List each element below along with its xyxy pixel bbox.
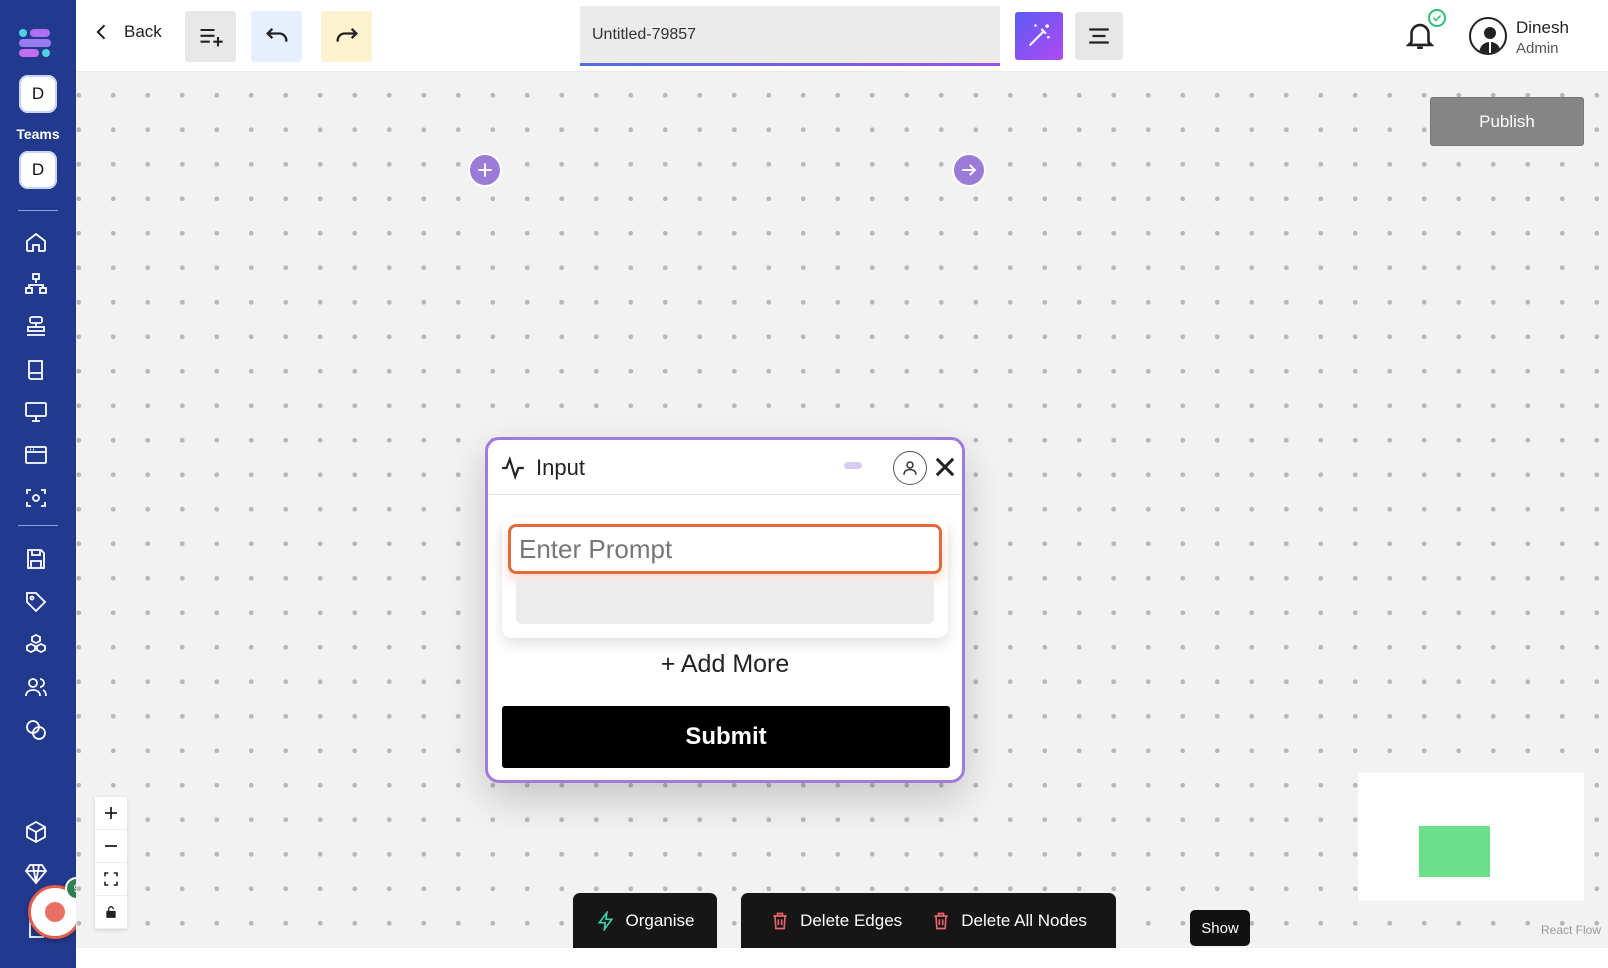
undo-button[interactable] xyxy=(251,11,302,62)
home-icon[interactable] xyxy=(22,228,50,256)
bottom-strip xyxy=(76,948,1608,968)
chevron-left-icon xyxy=(96,24,106,40)
arrow-right-icon xyxy=(962,164,977,176)
trash-icon xyxy=(773,912,787,929)
organise-label: Organise xyxy=(625,910,695,930)
user-role: Admin xyxy=(1516,40,1559,57)
delete-all-nodes-button[interactable]: Delete All Nodes xyxy=(931,911,1087,931)
team-badge[interactable]: D xyxy=(19,75,57,113)
sidebar-divider xyxy=(18,525,58,526)
box-icon[interactable] xyxy=(22,818,50,846)
input-node[interactable]: Input + Add More Submit xyxy=(485,437,965,783)
zoom-in-button[interactable] xyxy=(95,797,127,830)
lightning-icon xyxy=(597,910,613,931)
sidebar: D Teams D xyxy=(0,0,76,968)
close-icon[interactable] xyxy=(931,453,959,481)
users-icon[interactable] xyxy=(22,673,50,701)
list-plus-icon xyxy=(200,28,223,46)
cubes-icon[interactable] xyxy=(22,631,50,659)
trash-icon xyxy=(934,912,948,929)
magic-wand-icon xyxy=(1028,24,1050,47)
workflow-title-input[interactable] xyxy=(580,6,1000,66)
minimap[interactable] xyxy=(1358,773,1584,901)
activity-icon xyxy=(502,455,524,481)
avatar[interactable] xyxy=(1469,17,1507,55)
zoom-out-button[interactable] xyxy=(95,830,127,863)
fit-view-button[interactable] xyxy=(95,863,127,896)
sidebar-divider xyxy=(18,210,58,211)
back-label: Back xyxy=(124,22,162,41)
submit-button[interactable]: Submit xyxy=(502,706,950,768)
delete-edges-button[interactable]: Delete Edges xyxy=(770,911,902,931)
add-more-button[interactable]: + Add More xyxy=(488,650,962,679)
book-icon[interactable] xyxy=(22,356,50,384)
organise-button[interactable]: Organise xyxy=(596,910,695,931)
minus-icon xyxy=(105,845,117,847)
prompt-card xyxy=(502,518,948,638)
minimap-node xyxy=(1419,826,1490,877)
prompt-input[interactable] xyxy=(508,524,942,574)
show-button[interactable]: Show xyxy=(1190,910,1250,946)
lock-button[interactable] xyxy=(95,896,127,929)
delete-bar: Delete Edges Delete All Nodes xyxy=(741,893,1116,948)
back-button[interactable]: Back xyxy=(92,22,162,42)
organise-bar: Organise xyxy=(573,893,717,948)
save-icon[interactable] xyxy=(22,545,50,573)
redo-icon xyxy=(336,27,358,42)
team-badge[interactable]: D xyxy=(19,151,57,189)
plus-icon xyxy=(478,163,492,177)
publish-button[interactable]: Publish xyxy=(1430,97,1584,146)
zoom-controls xyxy=(95,797,127,929)
tag-icon[interactable] xyxy=(22,588,50,616)
monitor-icon[interactable] xyxy=(22,398,50,426)
teams-label: Teams xyxy=(16,126,60,142)
react-flow-attribution[interactable]: React Flow xyxy=(1541,923,1601,937)
scan-icon[interactable] xyxy=(22,484,50,512)
delete-all-nodes-label: Delete All Nodes xyxy=(961,910,1087,930)
align-menu-button[interactable] xyxy=(1075,12,1123,60)
ai-magic-button[interactable] xyxy=(1015,12,1063,60)
browser-icon[interactable] xyxy=(22,441,50,469)
app-logo-icon[interactable] xyxy=(19,26,53,60)
fullscreen-icon xyxy=(104,872,118,886)
undo-icon xyxy=(265,27,287,42)
node-input-handle[interactable] xyxy=(468,153,502,187)
node-user-button[interactable] xyxy=(893,451,927,485)
lock-icon xyxy=(106,906,116,918)
node-title: Input xyxy=(536,455,585,480)
top-bar: Back Dinesh Admin xyxy=(76,0,1608,72)
node-header[interactable]: Input xyxy=(488,440,962,495)
redo-button[interactable] xyxy=(321,11,372,62)
prompt-extra-field[interactable] xyxy=(516,578,934,624)
align-center-icon xyxy=(1089,28,1109,44)
user-name: Dinesh xyxy=(1516,18,1569,37)
user-icon xyxy=(903,461,917,475)
database-icon[interactable] xyxy=(22,313,50,341)
add-list-button[interactable] xyxy=(185,11,236,62)
status-check-icon xyxy=(1428,9,1446,27)
plus-icon xyxy=(105,807,117,819)
delete-edges-label: Delete Edges xyxy=(800,910,903,930)
node-output-handle[interactable] xyxy=(952,153,986,187)
coins-icon[interactable] xyxy=(22,716,50,744)
node-status-pill xyxy=(844,462,862,469)
sitemap-icon[interactable] xyxy=(22,270,50,298)
record-dot-icon xyxy=(45,902,65,922)
gem-icon[interactable] xyxy=(22,860,50,888)
